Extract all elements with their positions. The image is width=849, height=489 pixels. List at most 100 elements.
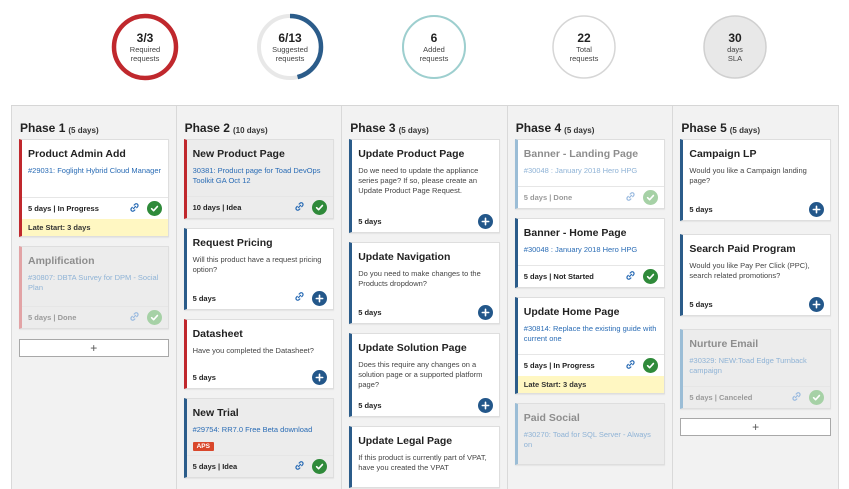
card-description: Will this product have a request pricing… [192, 255, 322, 274]
card-status: 5 days [192, 293, 216, 303]
plus-icon[interactable] [312, 369, 328, 385]
card-footer: 5 days [352, 394, 499, 416]
request-card[interactable]: Request Pricing Will this product have a… [183, 228, 335, 310]
card-title: Update Legal Page [358, 435, 453, 447]
request-card[interactable]: Update Home Page #30814: Replace the exi… [514, 297, 666, 394]
check-icon[interactable] [146, 310, 162, 325]
phase-days: (5 days) [68, 126, 99, 135]
card-footer: 5 days | Not Started [517, 265, 665, 287]
card-status: 5 days [689, 204, 713, 214]
card-status: 5 days | Canceled [689, 393, 753, 402]
request-card[interactable]: Datasheet Have you completed the Datashe… [183, 319, 335, 389]
card-footer: 5 days | In Progress [517, 354, 665, 376]
stat-required: 3/3 Required requests [110, 12, 180, 82]
card-description: Does this require any changes on a solut… [358, 360, 483, 389]
card-footer: 5 days | Canceled [683, 386, 830, 408]
stat-total: 22 Total requests [549, 12, 619, 82]
add-request-button[interactable]: + [680, 418, 831, 436]
request-link[interactable]: #30048 : January 2018 Hero HPG [524, 166, 659, 176]
card-description: Do you need to make changes to the Produ… [358, 269, 481, 288]
link-icon[interactable] [625, 268, 636, 286]
check-icon[interactable] [643, 190, 659, 205]
card-status: 5 days | Done [523, 193, 573, 202]
link-icon[interactable] [625, 189, 636, 207]
link-icon[interactable] [129, 309, 140, 327]
request-link[interactable]: #30807: DBTA Survey for DPM - Social Pla… [28, 273, 162, 293]
request-card[interactable]: Nurture Email #30329: NEW:Toad Edge Turn… [680, 329, 831, 409]
request-card[interactable]: Update Navigation Do you need to make ch… [349, 242, 500, 324]
card-title: Request Pricing [192, 237, 273, 249]
request-link[interactable]: #29031: Foglight Hybrid Cloud Manager [28, 166, 162, 176]
check-icon[interactable] [312, 200, 328, 215]
request-card[interactable]: Update Solution Page Does this require a… [349, 333, 500, 417]
request-card[interactable]: Amplification #30807: DBTA Survey for DP… [19, 246, 169, 329]
link-icon[interactable] [129, 200, 140, 218]
card-footer: 5 days | Done [517, 186, 665, 208]
request-card[interactable]: Search Paid Program Would you like Pay P… [680, 234, 831, 316]
request-card[interactable]: New Trial #29754: RR7.0 Free Beta downlo… [183, 398, 335, 478]
stat-value: 30 [728, 31, 742, 45]
check-icon[interactable] [312, 459, 328, 474]
request-link[interactable]: #30814: Replace the existing guide with … [524, 324, 659, 344]
card-status: 5 days | In Progress [523, 361, 595, 370]
check-icon[interactable] [146, 201, 162, 216]
plus-icon[interactable] [808, 296, 824, 312]
link-icon[interactable] [791, 389, 802, 407]
stat-added: 6 Added requests [399, 12, 469, 82]
card-status: 5 days [689, 299, 713, 309]
request-link[interactable]: #30270: Toad for SQL Server - Always on [524, 430, 659, 450]
card-title: Banner - Landing Page [523, 148, 639, 160]
plus-icon[interactable] [477, 304, 493, 320]
card-status: 5 days | In Progress [28, 204, 99, 213]
phase-title: Phase 5 [681, 121, 727, 135]
request-link[interactable]: 30381: Product page for Toad DevOps Tool… [193, 166, 328, 186]
phase-header: Phase 4 (5 days) [515, 106, 666, 137]
request-card[interactable]: Banner - Home Page #30048 : January 2018… [514, 218, 666, 288]
link-icon[interactable] [625, 357, 636, 375]
plus-icon[interactable] [312, 290, 328, 306]
card-title: Update Product Page [358, 148, 465, 160]
request-card[interactable]: Campaign LP Would you like a Campaign la… [680, 139, 831, 221]
request-card[interactable]: Product Admin Add #29031: Foglight Hybri… [19, 139, 169, 237]
request-card[interactable]: Paid Social #30270: Toad for SQL Server … [514, 403, 666, 465]
phase-column-2: Phase 2 (10 days) New Product Page 30381… [176, 106, 343, 489]
phase-days: (10 days) [232, 126, 268, 135]
request-link[interactable]: #30329: NEW:Toad Edge Turnback campaign [689, 356, 824, 376]
card-status: 10 days | Idea [192, 203, 242, 212]
request-card[interactable]: Update Product Page Do we need to update… [349, 139, 500, 233]
phase-column-4: Phase 4 (5 days) Banner - Landing Page #… [507, 106, 674, 489]
card-footer: 10 days | Idea [186, 196, 334, 218]
check-icon[interactable] [808, 390, 824, 405]
card-footer: 5 days | Idea [186, 455, 334, 477]
phase-title: Phase 4 [515, 121, 562, 135]
check-icon[interactable] [643, 358, 659, 373]
summary-stats: 3/3 Required requests 6/13 Suggested reque… [0, 0, 849, 100]
request-card[interactable]: Update Legal Page If this product is cur… [349, 426, 500, 488]
plus-icon[interactable] [477, 213, 493, 229]
card-description: If this product is currently part of VPA… [358, 453, 487, 472]
phase-header: Phase 5 (5 days) [680, 106, 831, 137]
card-footer: 5 days [683, 293, 830, 315]
add-request-button[interactable]: + [19, 339, 169, 357]
phase-title: Phase 1 [20, 121, 66, 135]
card-title: Datasheet [192, 328, 243, 340]
late-start-warning: Late Start: 3 days [22, 219, 168, 236]
request-card[interactable]: New Product Page 30381: Product page for… [183, 139, 335, 219]
request-link[interactable]: #30048 : January 2018 Hero HPG [524, 245, 659, 255]
phase-title: Phase 2 [184, 121, 230, 135]
link-icon[interactable] [294, 289, 305, 307]
phase-days: (5 days) [564, 126, 595, 135]
link-icon[interactable] [294, 458, 305, 476]
card-status: 5 days | Idea [192, 462, 238, 471]
aps-badge: APS [192, 442, 214, 451]
card-title: Paid Social [523, 412, 580, 424]
request-link[interactable]: #29754: RR7.0 Free Beta download [193, 425, 328, 435]
card-title: Banner - Home Page [523, 227, 627, 239]
plus-icon[interactable] [477, 397, 493, 413]
plus-icon[interactable] [808, 201, 824, 217]
link-icon[interactable] [294, 199, 305, 217]
stat-suggested: 6/13 Suggested requests [255, 12, 325, 82]
stat-label: Total requests [569, 45, 599, 63]
request-card[interactable]: Banner - Landing Page #30048 : January 2… [514, 139, 666, 209]
check-icon[interactable] [643, 269, 659, 284]
